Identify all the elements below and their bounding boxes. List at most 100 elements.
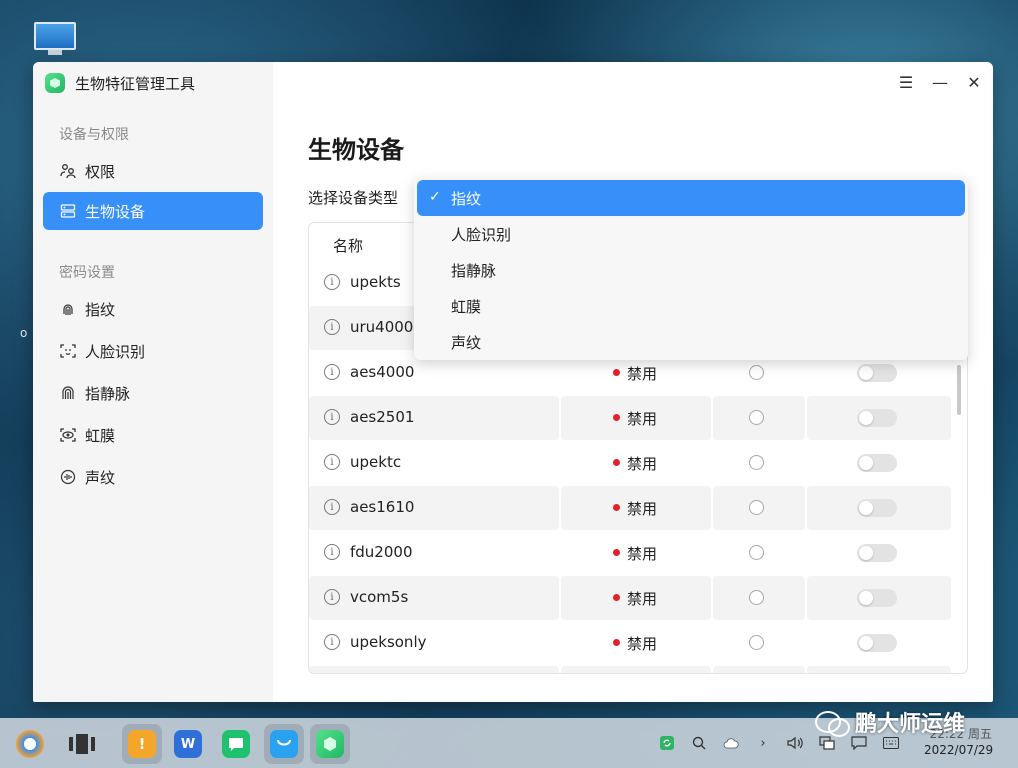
check-icon: ✓ (429, 189, 441, 205)
table-row[interactable]: i upektc 禁用 (309, 441, 951, 485)
device-name: aes1610 (350, 498, 415, 516)
name-cell: i aes2501 (309, 396, 559, 440)
table-row[interactable]: i aes2501 禁用 (309, 396, 951, 440)
app-logo-icon (45, 73, 65, 93)
default-radio[interactable] (749, 590, 764, 605)
sidebar-item-fingerprint[interactable]: 指纹 (43, 290, 263, 328)
dropdown-option-fingerprint[interactable]: ✓ 指纹 (417, 180, 965, 216)
table-row[interactable]: i upeksonly 禁用 (309, 621, 951, 665)
info-icon[interactable]: i (324, 454, 340, 470)
sidebar-item-voiceprint[interactable]: 声纹 (43, 458, 263, 496)
enable-toggle[interactable] (857, 364, 897, 382)
cloud-icon[interactable] (722, 734, 740, 752)
status-dot-icon (613, 414, 620, 421)
monitor-stand (48, 50, 62, 55)
chevron-right-icon[interactable]: › (754, 734, 772, 752)
status-dot-icon (613, 369, 620, 376)
table-scrollbar[interactable] (957, 365, 961, 415)
taskbar-app-biometric[interactable] (310, 724, 350, 764)
enable-toggle[interactable] (857, 409, 897, 427)
status-cell: 禁用 (561, 396, 711, 440)
name-cell: i upektc (309, 441, 559, 485)
voiceprint-icon (59, 468, 77, 486)
sidebar-item-label: 生物设备 (85, 202, 146, 221)
status-dot-icon (613, 504, 620, 511)
dropdown-option-face[interactable]: 人脸识别 (417, 216, 965, 252)
minimize-button[interactable]: — (928, 70, 952, 94)
status-dot-icon (613, 639, 620, 646)
device-type-dropdown[interactable]: ✓ 指纹 人脸识别 指静脉 虹膜 声纹 (414, 178, 968, 360)
info-icon[interactable]: i (324, 589, 340, 605)
enable-toggle[interactable] (857, 499, 897, 517)
enable-toggle[interactable] (857, 634, 897, 652)
status-text: 禁用 (627, 545, 658, 563)
clock-date: 2022/07/29 (924, 743, 994, 757)
close-button[interactable]: ✕ (962, 70, 986, 94)
status-text: 禁用 (627, 635, 658, 653)
desktop-fragment-text: o (20, 326, 28, 340)
taskbar-app-guide[interactable]: ! (122, 724, 162, 764)
taskbar-app-chat[interactable] (216, 724, 256, 764)
menu-button[interactable]: ☰ (894, 70, 918, 94)
default-radio[interactable] (749, 635, 764, 650)
name-cell: i vcom5s (309, 576, 559, 620)
dropdown-option-label: 指静脉 (451, 261, 497, 280)
start-menu-button[interactable] (10, 724, 50, 764)
default-radio[interactable] (749, 410, 764, 425)
dropdown-option-iris[interactable]: 虹膜 (417, 288, 965, 324)
sidebar-item-face[interactable]: 人脸识别 (43, 332, 263, 370)
info-icon[interactable]: i (324, 544, 340, 560)
status-cell: 禁用 (561, 531, 711, 575)
dropdown-option-voiceprint[interactable]: 声纹 (417, 324, 965, 360)
default-radio[interactable] (749, 365, 764, 380)
wps-app-icon: W (174, 730, 202, 758)
device-name: vcom5s (350, 588, 409, 606)
info-icon[interactable]: i (324, 634, 340, 650)
info-icon[interactable]: i (324, 274, 340, 290)
volume-icon[interactable] (786, 734, 804, 752)
taskbar-app-store[interactable] (264, 724, 304, 764)
sidebar-item-biometric-device[interactable]: 生物设备 (43, 192, 263, 230)
enable-cell (807, 621, 951, 665)
multitask-icon (68, 730, 96, 758)
sidebar-item-permission[interactable]: 权限 (43, 152, 263, 190)
default-radio[interactable] (749, 455, 764, 470)
dropdown-option-finger-vein[interactable]: 指静脉 (417, 252, 965, 288)
computer-desktop-icon[interactable] (34, 22, 78, 56)
table-row[interactable]: i fdu2000 禁用 (309, 531, 951, 575)
biometric-app-icon (316, 730, 344, 758)
enable-toggle[interactable] (857, 544, 897, 562)
info-icon[interactable]: i (324, 409, 340, 425)
status-dot-icon (613, 549, 620, 556)
enable-cell (807, 531, 951, 575)
device-name: aes4000 (350, 363, 415, 381)
info-icon[interactable]: i (324, 319, 340, 335)
device-name: upektc (350, 453, 402, 471)
device-name: fdu2000 (350, 543, 413, 561)
multitask-view-button[interactable] (62, 724, 102, 764)
sidebar-item-finger-vein[interactable]: 指静脉 (43, 374, 263, 412)
info-icon[interactable]: i (324, 499, 340, 515)
sidebar-item-label: 指纹 (85, 300, 116, 319)
info-icon[interactable]: i (324, 364, 340, 380)
sidebar-item-iris[interactable]: 虹膜 (43, 416, 263, 454)
default-radio[interactable] (749, 545, 764, 560)
enable-toggle[interactable] (857, 589, 897, 607)
status-dot-icon (613, 594, 620, 601)
default-radio[interactable] (749, 500, 764, 515)
status-dot-icon (613, 459, 620, 466)
table-row[interactable]: i vcom5s 禁用 (309, 576, 951, 620)
status-cell: 禁用 (561, 486, 711, 530)
taskbar-app-wps[interactable]: W (168, 724, 208, 764)
status-text: 禁用 (627, 365, 658, 383)
device-name: aes2501 (350, 408, 415, 426)
search-icon[interactable] (690, 734, 708, 752)
sync-icon[interactable] (658, 734, 676, 752)
status-cell: 禁用 (561, 441, 711, 485)
enable-cell (807, 441, 951, 485)
enable-toggle[interactable] (857, 454, 897, 472)
table-row[interactable] (309, 666, 951, 673)
status-cell (561, 666, 711, 673)
guide-app-icon: ! (128, 730, 156, 758)
table-row[interactable]: i aes1610 禁用 (309, 486, 951, 530)
